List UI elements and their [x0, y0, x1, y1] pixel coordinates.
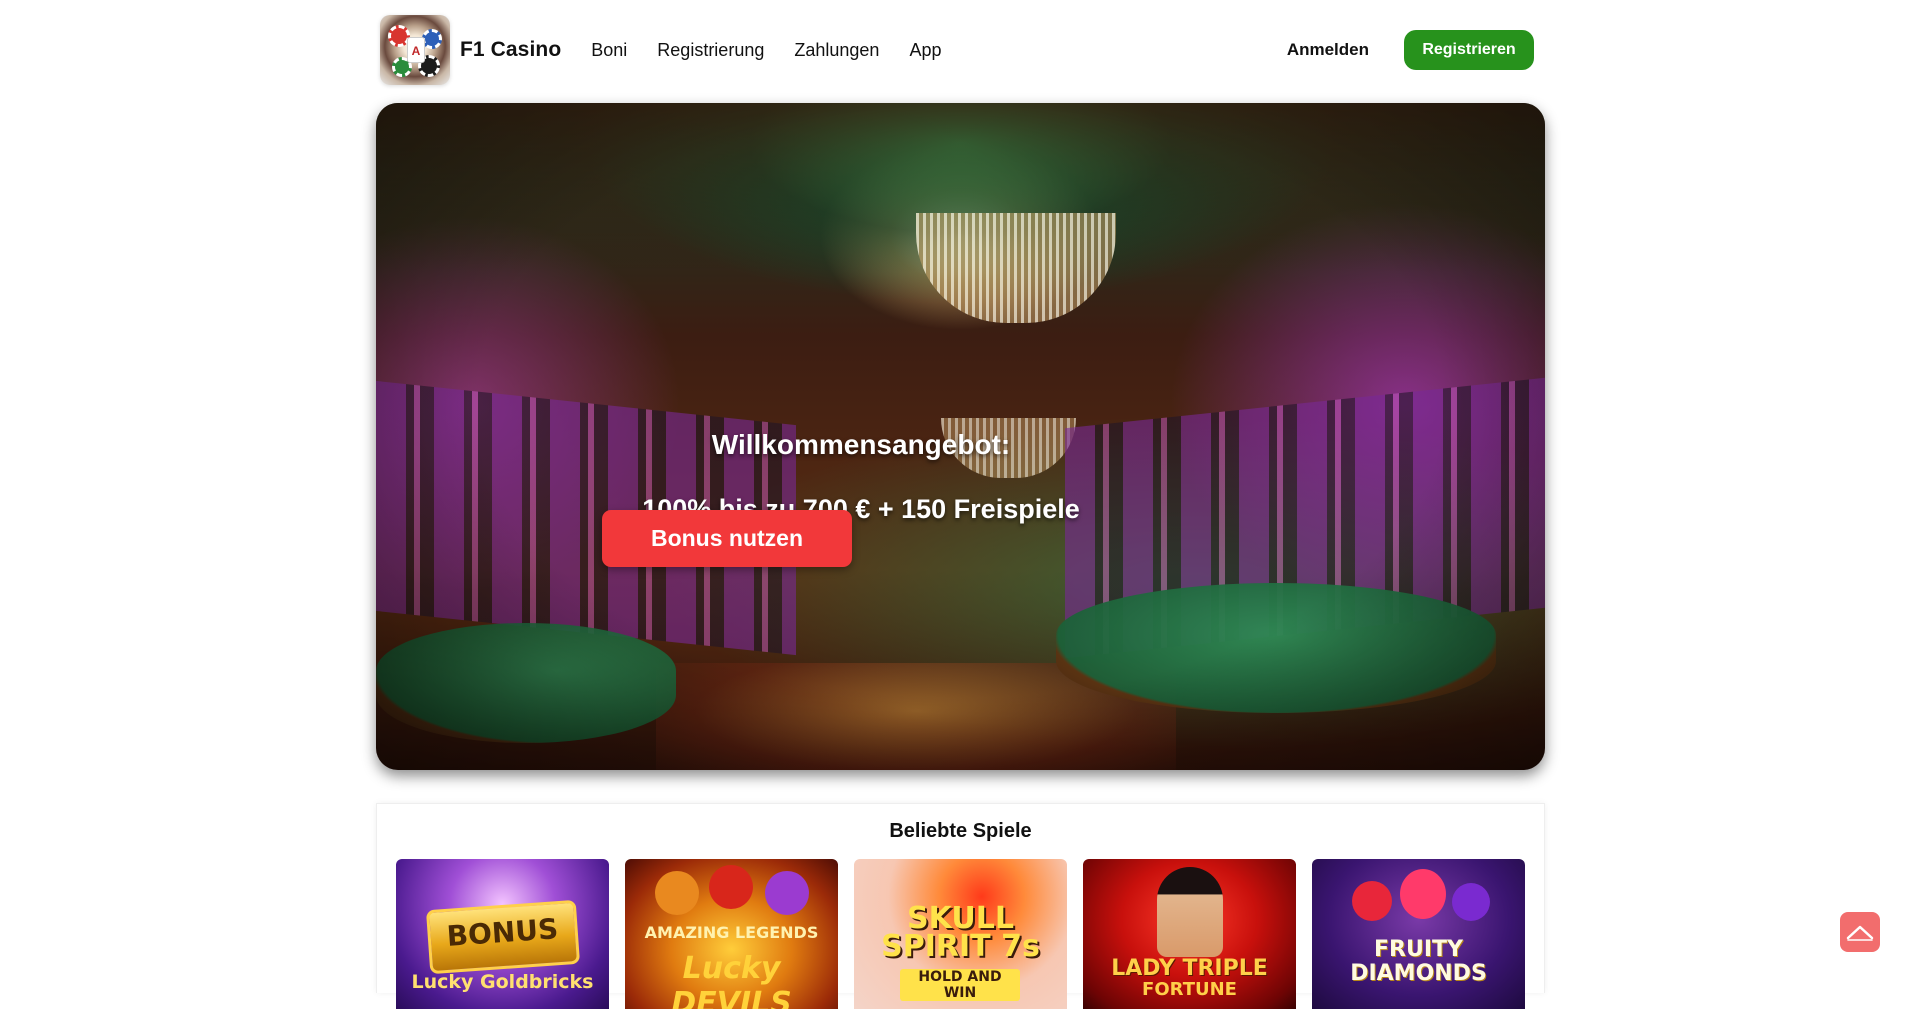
game-tile-fruity-diamonds[interactable]: FRUITY DIAMONDS — [1312, 859, 1525, 1009]
seven-icon — [1400, 869, 1446, 919]
brand-name[interactable]: F1 Casino — [460, 38, 561, 62]
game-subtitle: FORTUNE — [1142, 979, 1237, 1000]
game-subtitle: DIAMONDS — [1350, 961, 1487, 986]
game-tile-lucky-goldbricks[interactable]: BONUS Lucky Goldbricks — [396, 859, 609, 1009]
popular-games-section: Beliebte Spiele BONUS Lucky Goldbricks A… — [376, 803, 1545, 1009]
nav-item-boni[interactable]: Boni — [591, 40, 627, 61]
game-subtitle: HOLD AND WIN — [900, 969, 1020, 1001]
nav-item-app[interactable]: App — [909, 40, 941, 61]
chevron-up-icon — [1846, 925, 1874, 941]
main-nav: Boni Registrierung Zahlungen App — [591, 40, 941, 61]
register-button[interactable]: Registrieren — [1404, 30, 1534, 70]
game-title: FRUITY — [1374, 937, 1463, 962]
game-tile-skull-spirit[interactable]: SKULL SPIRIT 7s HOLD AND WIN — [854, 859, 1067, 1009]
hero-subtitle: 100% bis zu 700 € + 150 Freispiele — [642, 494, 1080, 524]
lady-figure-image — [1157, 867, 1223, 957]
game-tile-lucky-devils[interactable]: AMAZING LEGENDS Lucky DEVILS — [625, 859, 838, 1009]
game-title: SKULL SPIRIT 7s — [881, 901, 1040, 964]
playing-card-icon: A — [407, 37, 425, 63]
red-devil-icon — [709, 865, 753, 909]
purple-devil-icon — [765, 871, 809, 915]
blue-chip-icon — [422, 29, 442, 49]
back-to-top-button[interactable] — [1840, 912, 1880, 952]
cherry-icon — [1352, 881, 1392, 921]
game-tile-lady-triple-fortune[interactable]: LADY TRIPLE FORTUNE — [1083, 859, 1296, 1009]
login-link[interactable]: Anmelden — [1287, 40, 1369, 60]
site-header: A F1 Casino Boni Registrierung Zahlungen… — [380, 14, 1536, 86]
orange-devil-icon — [655, 871, 699, 915]
hero-title: Willkommensangebot: — [711, 429, 1011, 460]
nav-item-registrierung[interactable]: Registrierung — [657, 40, 764, 61]
game-subtitle: Lucky Goldbricks — [411, 971, 594, 993]
game-title: AMAZING LEGENDS — [644, 923, 819, 942]
nav-item-zahlungen[interactable]: Zahlungen — [794, 40, 879, 61]
hero-banner: Willkommensangebot: 100% bis zu 700 € + … — [376, 103, 1545, 770]
game-subtitle: Lucky DEVILS — [671, 951, 792, 1009]
grapes-icon — [1452, 883, 1490, 921]
section-title: Beliebte Spiele — [889, 820, 1032, 842]
casino-chips-logo-icon[interactable]: A — [380, 15, 450, 85]
bonus-cta-button[interactable]: Bonus nutzen — [602, 510, 852, 567]
